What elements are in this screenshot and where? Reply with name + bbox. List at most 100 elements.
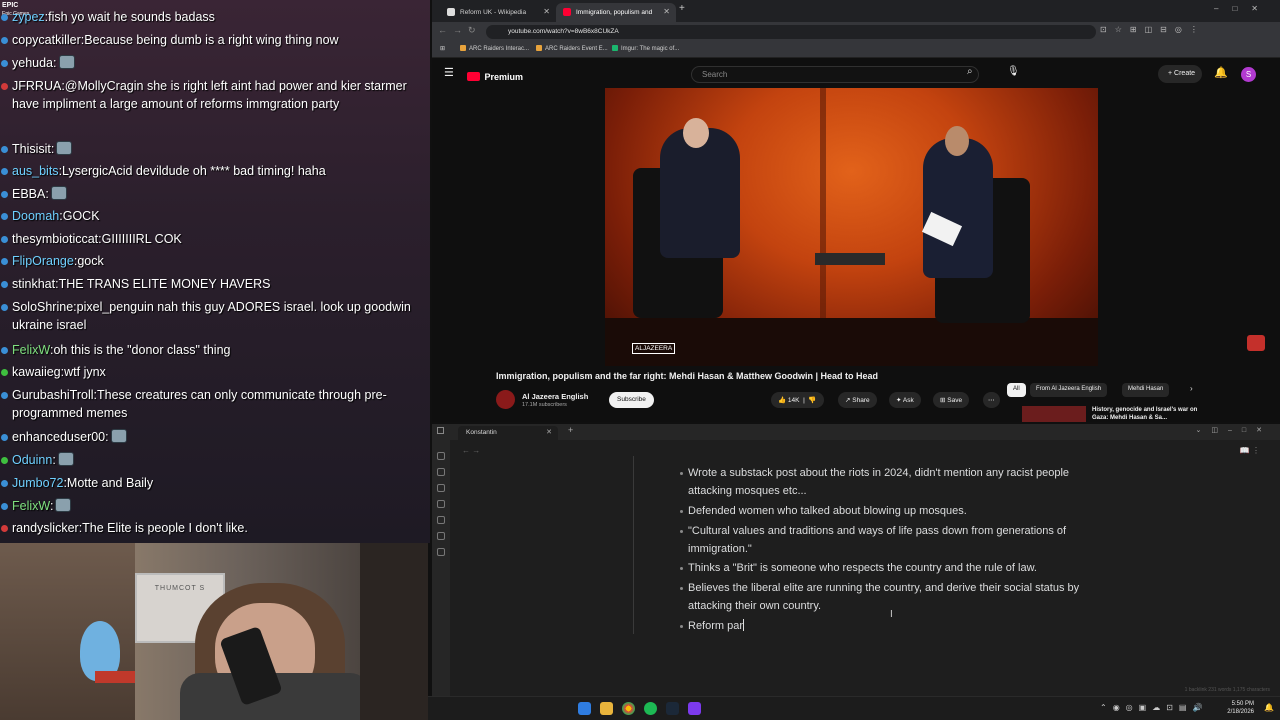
text-caret: [743, 619, 745, 631]
youtube-logo[interactable]: Premium: [467, 67, 523, 85]
tab-youtube-video[interactable]: Immigration, populism and ✕: [556, 3, 676, 22]
note-bullet[interactable]: Believes the liberal elite are running t…: [680, 579, 1108, 615]
chat-badge-icon: [1, 258, 8, 265]
reading-view-icon[interactable]: 📖 ⋮: [1240, 446, 1260, 455]
ask-button[interactable]: ✦ Ask: [889, 392, 921, 408]
note-bullet-editing[interactable]: Reform par: [680, 617, 1108, 635]
spotify-icon[interactable]: [644, 702, 657, 715]
command-icon[interactable]: [437, 532, 445, 540]
chat-username[interactable]: stinkhat: [12, 277, 55, 291]
chat-username[interactable]: FlipOrange: [12, 254, 74, 268]
chat-username[interactable]: zypez: [12, 10, 45, 24]
chat-username[interactable]: yehuda: [12, 56, 53, 70]
chip-from-channel[interactable]: From Al Jazeera English: [1030, 383, 1108, 397]
new-tab-icon[interactable]: +: [679, 3, 685, 14]
avatar[interactable]: S: [1241, 67, 1256, 82]
subscribe-watermark-icon[interactable]: [1247, 335, 1265, 351]
chat-username[interactable]: Jumbo72: [12, 476, 63, 490]
close-icon[interactable]: ✕: [543, 7, 550, 16]
chat-username[interactable]: EBBA: [12, 187, 45, 201]
microphone-icon[interactable]: 🎙: [1007, 66, 1020, 77]
wikipedia-icon: [447, 8, 455, 16]
subscribe-button[interactable]: Subscribe: [609, 392, 654, 408]
chat-username[interactable]: Thisisit: [12, 142, 51, 156]
search-input[interactable]: Search: [691, 66, 979, 83]
recommended-video[interactable]: History, genocide and Israel's war on Ga…: [1022, 404, 1262, 422]
chat-text: fish yo wait he sounds badass: [48, 10, 215, 24]
chip-mehdi-hasan[interactable]: Mehdi Hasan: [1122, 383, 1170, 397]
address-bar[interactable]: youtube.com/watch?v=8wB6x8CUkZA: [486, 25, 1096, 39]
tab-reform-wikipedia[interactable]: Reform UK - Wikipedia ✕: [440, 3, 556, 22]
chat-username[interactable]: aus_bits: [12, 164, 59, 178]
menu-icon[interactable]: ☰: [444, 66, 454, 79]
close-icon[interactable]: ✕: [546, 428, 552, 436]
chat-badge-icon: [1, 347, 8, 354]
nav-buttons[interactable]: ←→↻: [438, 25, 482, 36]
host-figure: [923, 138, 993, 278]
close-icon[interactable]: ✕: [663, 7, 670, 16]
chat-username[interactable]: FelixW: [12, 499, 50, 513]
like-button[interactable]: 👍 14K | 👎: [771, 392, 824, 408]
create-button[interactable]: + Create: [1158, 65, 1202, 83]
chat-username[interactable]: randyslicker: [12, 521, 79, 535]
templates-icon[interactable]: [437, 516, 445, 524]
chat-username[interactable]: Doomah: [12, 209, 59, 223]
chat-badge-icon: [1, 434, 8, 441]
chrome-icon[interactable]: [622, 702, 635, 715]
file-explorer-icon[interactable]: [600, 702, 613, 715]
webcam-feed: THUMCOT S: [0, 543, 428, 720]
sidebar-toggle-icon[interactable]: [437, 427, 444, 434]
new-tab-icon[interactable]: +: [568, 425, 573, 435]
window-controls[interactable]: –□✕: [1214, 4, 1272, 13]
calendar-icon[interactable]: [437, 500, 445, 508]
chat-username[interactable]: SoloShrine: [12, 300, 73, 314]
files-icon[interactable]: [437, 452, 445, 460]
chat-username[interactable]: GurubashiTroll: [12, 388, 94, 402]
note-tab[interactable]: Konstantin ✕: [458, 426, 558, 440]
bell-icon[interactable]: 🔔: [1214, 66, 1228, 79]
chat-username[interactable]: JFRRUA: [12, 79, 61, 93]
clock[interactable]: 5:50 PM 2/18/2026: [1227, 700, 1254, 716]
chat-text: Motte and Baily: [66, 476, 154, 490]
chevron-right-icon[interactable]: ›: [1190, 384, 1193, 393]
extension-icons[interactable]: ⊡☆⊞◫⊟◎⋮: [1100, 25, 1206, 34]
system-tray-icons[interactable]: ⌃◉◎▣☁⊡▤🔊: [1100, 703, 1208, 712]
chat-text: GOCK: [62, 209, 100, 223]
bookmark-item[interactable]: ARC Raiders Event E...: [536, 45, 608, 52]
notification-icon[interactable]: 🔔: [1264, 703, 1274, 712]
channel-name[interactable]: Al Jazeera English: [522, 392, 588, 401]
chat-username[interactable]: thesymbioticcat: [12, 232, 98, 246]
chat-message: thesymbioticcat:GIIIIIIIRL COK: [0, 230, 430, 248]
stage-floor: [605, 318, 1098, 366]
video-player[interactable]: ALJAZEERA: [605, 88, 1098, 366]
chat-username[interactable]: kawaiieg: [12, 365, 61, 379]
start-icon[interactable]: [578, 702, 591, 715]
channel-avatar[interactable]: [496, 390, 515, 409]
chat-text: Because being dumb is a right wing thing…: [84, 33, 339, 47]
back-arrow-icon[interactable]: ← →: [462, 446, 480, 455]
chat-username[interactable]: FelixW: [12, 343, 50, 357]
window-controls[interactable]: ⌄◫–□✕: [1196, 426, 1272, 434]
list-icon[interactable]: [437, 548, 445, 556]
search-icon[interactable]: ⌕: [967, 66, 991, 83]
chip-all[interactable]: All: [1007, 383, 1026, 397]
note-bullet[interactable]: Thinks a "Brit" is someone who respects …: [680, 559, 1108, 577]
emote-icon: [50, 186, 67, 200]
chat-username[interactable]: Oduinn: [12, 453, 52, 467]
chat-username[interactable]: enhanceduser00: [12, 430, 105, 444]
canvas-icon[interactable]: [437, 484, 445, 492]
note-bullet[interactable]: Defended women who talked about blowing …: [680, 502, 1108, 520]
more-icon[interactable]: ⋯: [983, 392, 1000, 408]
apps-icon[interactable]: ⊞: [440, 45, 445, 52]
steam-icon[interactable]: [666, 702, 679, 715]
bookmark-item[interactable]: Imgur: The magic of...: [612, 45, 679, 52]
bookmark-item[interactable]: ARC Raiders Interac...: [460, 45, 529, 52]
graph-icon[interactable]: [437, 468, 445, 476]
chat-badge-icon: [1, 213, 8, 220]
save-button[interactable]: ⊞ Save: [933, 392, 970, 408]
obsidian-icon[interactable]: [688, 702, 701, 715]
note-bullet[interactable]: "Cultural values and traditions and ways…: [680, 522, 1108, 558]
share-button[interactable]: ↗ Share: [838, 392, 877, 408]
note-bullet[interactable]: Wrote a substack post about the riots in…: [680, 464, 1108, 500]
chat-username[interactable]: copycatkiller: [12, 33, 81, 47]
